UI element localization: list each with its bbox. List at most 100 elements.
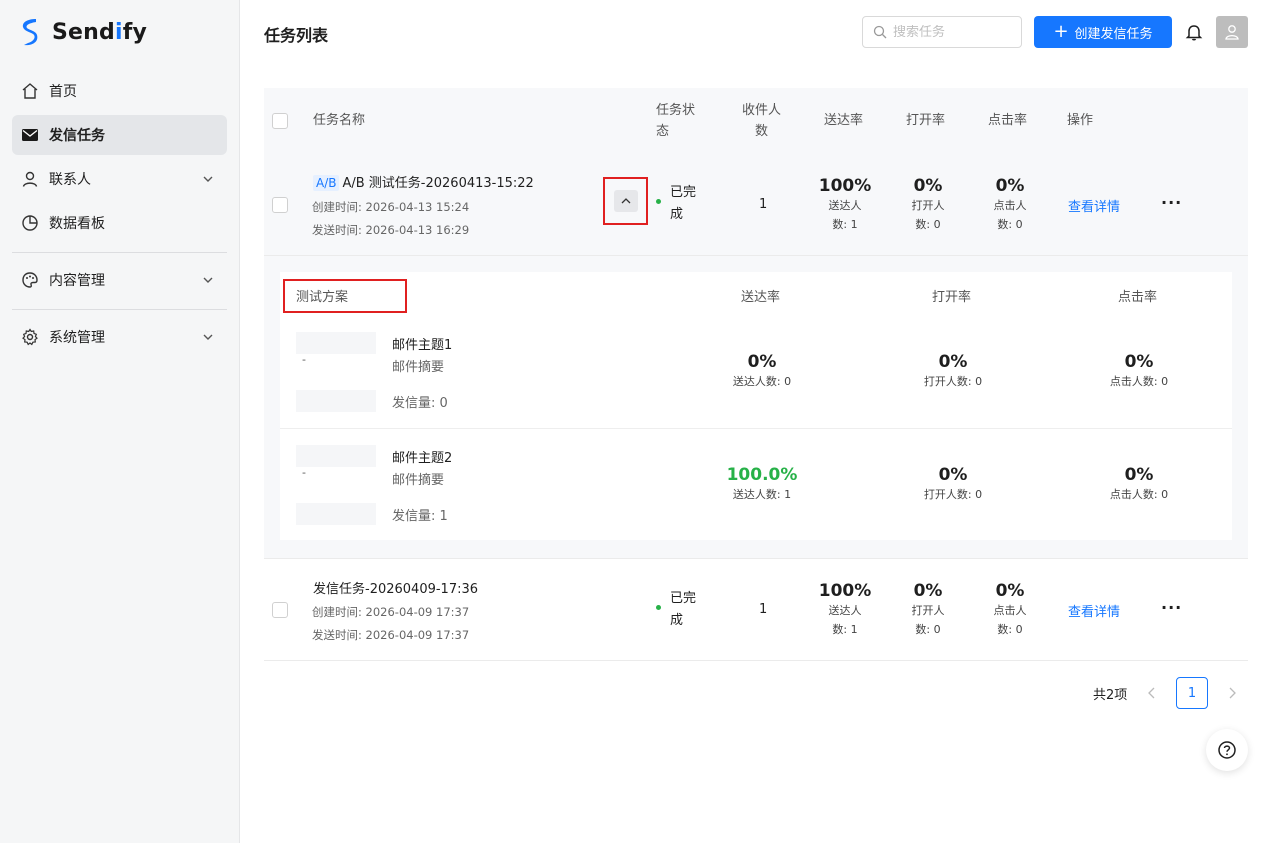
plan-divider bbox=[280, 428, 1232, 429]
chevron-down-icon bbox=[203, 334, 213, 340]
chevron-down-icon bbox=[203, 176, 213, 182]
avatar[interactable] bbox=[1216, 16, 1248, 48]
chevron-right-icon[interactable] bbox=[1226, 686, 1238, 700]
email-subject: 邮件主题2 bbox=[392, 451, 453, 466]
task-name[interactable]: 发信任务-20260409-17:36 bbox=[313, 578, 478, 597]
gear-icon bbox=[21, 328, 39, 346]
sidebar: Sendify 首页 发信任务 联系人 数据看板 内容管理 系统管理 bbox=[0, 0, 240, 843]
row-checkbox[interactable] bbox=[272, 197, 288, 213]
pagination-page[interactable]: 1 bbox=[1176, 677, 1208, 709]
user-icon bbox=[21, 170, 39, 188]
palette-icon bbox=[21, 271, 39, 289]
sidebar-divider bbox=[12, 252, 227, 253]
column-header-click: 点击率 bbox=[988, 113, 1028, 128]
status-dot-icon bbox=[656, 605, 661, 610]
send-volume: 发信量: 1 bbox=[392, 509, 448, 524]
open-rate: 0% 打开人 数: 0 bbox=[911, 581, 945, 636]
plan-click-rate: 0% 点击人数: 0 bbox=[1109, 465, 1169, 501]
row-divider bbox=[264, 558, 1248, 559]
question-icon bbox=[1218, 741, 1236, 759]
sidebar-item-label: 数据看板 bbox=[49, 216, 105, 232]
created-time: 创建时间: 2026-04-09 17:37 bbox=[312, 605, 470, 619]
row-divider bbox=[264, 660, 1248, 661]
user-avatar-icon bbox=[1225, 25, 1239, 40]
more-actions-button[interactable]: ··· bbox=[1161, 598, 1182, 617]
sidebar-item-contacts[interactable]: 联系人 bbox=[12, 159, 227, 199]
chevron-down-icon bbox=[203, 277, 213, 283]
select-all-checkbox[interactable] bbox=[272, 113, 288, 129]
row-checkbox[interactable] bbox=[272, 602, 288, 618]
ab-column-click: 点击率 bbox=[1118, 290, 1158, 305]
open-rate: 0% 打开人 数: 0 bbox=[911, 176, 945, 231]
email-thumbnail bbox=[296, 445, 376, 467]
sidebar-item-label: 联系人 bbox=[49, 172, 91, 188]
search-box[interactable] bbox=[862, 16, 1022, 48]
sidebar-item-label: 发信任务 bbox=[49, 128, 105, 144]
thumbnail-dash: - bbox=[302, 466, 306, 479]
send-volume: 发信量: 0 bbox=[392, 396, 448, 411]
plan-delivery-rate: 0% 送达人数: 0 bbox=[732, 352, 792, 388]
click-rate: 0% 点击人 数: 0 bbox=[993, 176, 1027, 231]
column-header-recipients: 收件人数 bbox=[742, 103, 782, 139]
home-icon bbox=[21, 82, 39, 100]
ab-column-plan: 测试方案 bbox=[296, 290, 349, 305]
email-thumbnail-footer bbox=[296, 390, 376, 412]
status-badge: 已完成 bbox=[656, 182, 710, 226]
column-header-actions: 操作 bbox=[1067, 113, 1094, 128]
email-summary: 邮件摘要 bbox=[392, 473, 445, 488]
page-title: 任务列表 bbox=[264, 26, 329, 45]
email-subject: 邮件主题1 bbox=[392, 338, 453, 353]
column-header-name: 任务名称 bbox=[313, 113, 366, 128]
help-button[interactable] bbox=[1206, 729, 1248, 771]
chevron-up-icon bbox=[621, 198, 630, 204]
plan-open-rate: 0% 打开人数: 0 bbox=[923, 352, 983, 388]
status-dot-icon bbox=[656, 199, 661, 204]
create-send-task-button[interactable]: + 创建发信任务 bbox=[1034, 16, 1172, 48]
logo[interactable]: Sendify bbox=[18, 16, 147, 48]
sidebar-item-label: 首页 bbox=[49, 84, 77, 100]
email-thumbnail bbox=[296, 332, 376, 354]
column-header-open: 打开率 bbox=[906, 113, 946, 128]
sidebar-item-label: 系统管理 bbox=[49, 330, 105, 346]
recipient-count: 1 bbox=[759, 602, 768, 617]
email-thumbnail-footer bbox=[296, 503, 376, 525]
email-summary: 邮件摘要 bbox=[392, 360, 445, 375]
created-time: 创建时间: 2026-04-13 15:24 bbox=[312, 200, 470, 214]
delivery-rate: 100% 送达人 数: 1 bbox=[818, 176, 872, 231]
more-actions-button[interactable]: ··· bbox=[1161, 193, 1182, 212]
sidebar-item-content[interactable]: 内容管理 bbox=[12, 260, 227, 300]
search-icon bbox=[873, 25, 887, 39]
chevron-left-icon[interactable] bbox=[1146, 686, 1158, 700]
collapse-row-button[interactable] bbox=[603, 177, 648, 225]
pie-chart-icon bbox=[21, 214, 39, 232]
status-badge: 已完成 bbox=[656, 588, 710, 632]
view-details-link[interactable]: 查看详情 bbox=[1068, 196, 1120, 215]
task-name[interactable]: A/B A/B 测试任务-20260413-15:22 bbox=[313, 172, 534, 191]
search-input[interactable] bbox=[893, 24, 1013, 40]
plan-open-rate: 0% 打开人数: 0 bbox=[923, 465, 983, 501]
ab-column-delivery: 送达率 bbox=[741, 290, 781, 305]
thumbnail-dash: - bbox=[302, 353, 306, 366]
sidebar-divider bbox=[12, 309, 227, 310]
ab-column-open: 打开率 bbox=[932, 290, 972, 305]
plan-delivery-rate: 100.0% 送达人数: 1 bbox=[726, 465, 798, 501]
column-header-delivery: 送达率 bbox=[824, 113, 864, 128]
mail-icon bbox=[21, 126, 39, 144]
sidebar-item-send-tasks[interactable]: 发信任务 bbox=[12, 115, 227, 155]
sidebar-item-system[interactable]: 系统管理 bbox=[12, 317, 227, 357]
sidebar-item-dashboard[interactable]: 数据看板 bbox=[12, 203, 227, 243]
column-header-status: 任务状态 bbox=[656, 103, 696, 139]
sendify-logo-icon bbox=[22, 19, 38, 46]
plan-click-rate: 0% 点击人数: 0 bbox=[1109, 352, 1169, 388]
recipient-count: 1 bbox=[759, 197, 768, 212]
plus-icon: + bbox=[1053, 21, 1069, 42]
bell-icon[interactable] bbox=[1184, 22, 1204, 42]
sent-time: 发送时间: 2026-04-13 16:29 bbox=[312, 223, 470, 237]
sidebar-item-label: 内容管理 bbox=[49, 273, 105, 289]
view-details-link[interactable]: 查看详情 bbox=[1068, 601, 1120, 620]
ab-test-tag: A/B bbox=[313, 175, 340, 191]
sidebar-item-home[interactable]: 首页 bbox=[12, 71, 227, 111]
brand-name: Sendify bbox=[52, 19, 148, 45]
row-divider bbox=[264, 255, 1248, 256]
delivery-rate: 100% 送达人 数: 1 bbox=[818, 581, 872, 636]
